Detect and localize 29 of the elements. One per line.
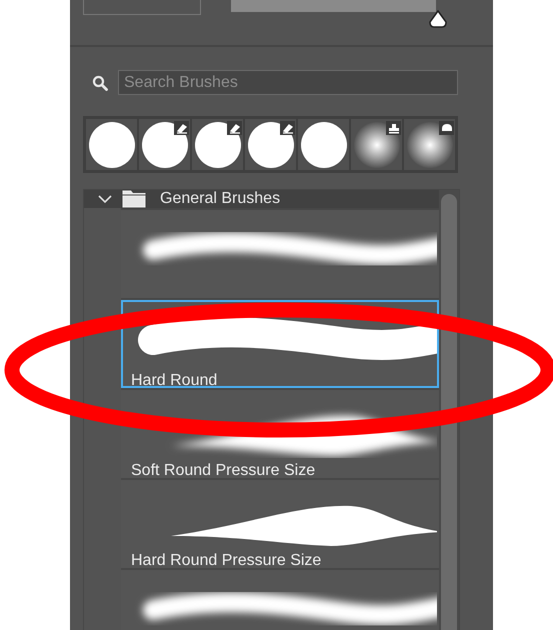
chevron-down-icon[interactable]: [98, 194, 112, 204]
brush-preset[interactable]: [351, 119, 402, 170]
brush-tip-icon: [194, 120, 242, 168]
scroll-thumb[interactable]: [441, 194, 457, 630]
slider-thumb[interactable]: [428, 10, 448, 28]
brush-name: Hard Round Pressure Size: [131, 552, 322, 566]
brush-name: Hard Round: [131, 372, 218, 386]
brush-tip-icon: [246, 120, 294, 168]
group-name: General Brushes: [160, 190, 280, 208]
search-icon: [92, 74, 108, 90]
scrollbar[interactable]: [439, 190, 459, 630]
folder-icon: [122, 190, 146, 208]
brush-tip-icon: [88, 120, 136, 168]
brush-item[interactable]: Hard Round Pressure Size: [121, 480, 439, 568]
brush-preset[interactable]: [404, 119, 455, 170]
brush-preset[interactable]: [298, 119, 349, 170]
search-field[interactable]: Search Brushes: [118, 70, 458, 95]
brush-tip-icon: [406, 120, 454, 168]
brush-preset[interactable]: [245, 119, 296, 170]
brush-preset[interactable]: [192, 119, 243, 170]
brush-preset[interactable]: [139, 119, 190, 170]
brush-item[interactable]: [121, 210, 439, 298]
brush-preset[interactable]: [86, 119, 137, 170]
brush-name: Soft Round Pressure Size: [131, 462, 316, 476]
brush-tip-icon: [300, 120, 348, 168]
brush-tip-icon: [140, 120, 188, 168]
brush-tip-icon: [352, 120, 400, 168]
size-field[interactable]: [83, 0, 201, 15]
group-header[interactable]: General Brushes: [84, 190, 439, 208]
